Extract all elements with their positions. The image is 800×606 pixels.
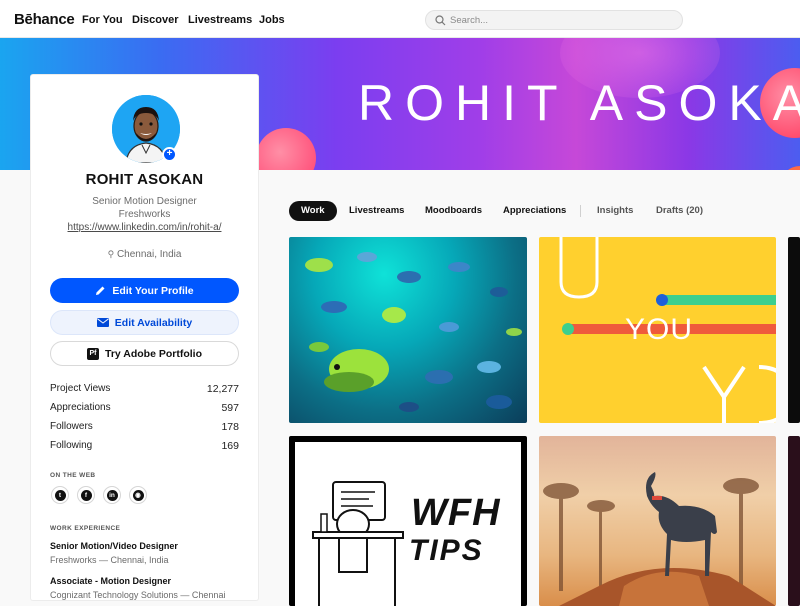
tab-drafts[interactable]: Drafts (20) <box>656 201 703 221</box>
edit-availability-label: Edit Availability <box>114 316 193 329</box>
project-thumbnail-wfh-tips[interactable]: WFH TIPS <box>289 436 527 606</box>
banner-bubble <box>780 166 800 170</box>
edit-profile-label: Edit Your Profile <box>112 284 194 297</box>
stat-label: Project Views <box>50 383 111 394</box>
location-pin-icon: ⚲ <box>107 249 115 259</box>
nav-link-for-you[interactable]: For You <box>82 14 123 26</box>
tab-work[interactable]: Work <box>289 201 337 221</box>
behance-logo[interactable]: Bēhance <box>14 11 75 28</box>
you-text: YOU <box>625 313 694 346</box>
edit-availability-button[interactable]: Edit Availability <box>50 310 239 335</box>
stat-label: Appreciations <box>50 402 111 413</box>
instagram-icon[interactable]: ◉ <box>129 486 147 504</box>
pencil-icon <box>96 286 105 295</box>
job-title: Senior Motion/Video Designer <box>50 541 178 551</box>
stat-value: 12,277 <box>206 383 239 395</box>
work-experience-heading: WORK EXPERIENCE <box>50 525 121 532</box>
nav-link-livestreams[interactable]: Livestreams <box>188 14 252 26</box>
add-photo-icon[interactable]: + <box>162 147 177 162</box>
stat-following[interactable]: Following 169 <box>50 440 239 454</box>
profile-location-text: Chennai, India <box>116 249 182 260</box>
wfh-title: WFH <box>411 492 501 534</box>
job-company: Cognizant Technology Solutions — Chennai <box>50 590 226 600</box>
profile-website-link[interactable]: https://www.linkedin.com/in/rohit-a/ <box>31 222 258 233</box>
nav-link-discover[interactable]: Discover <box>132 14 178 26</box>
stat-value: 169 <box>221 440 239 452</box>
nav-link-jobs[interactable]: Jobs <box>259 14 285 26</box>
stat-label: Following <box>50 440 93 451</box>
search-placeholder: Search... <box>450 15 489 26</box>
tab-insights[interactable]: Insights <box>597 201 633 221</box>
tab-divider <box>580 205 581 217</box>
dog-artwork <box>543 472 776 606</box>
tab-moodboards[interactable]: Moodboards <box>425 201 482 221</box>
top-navigation-bar: Bēhance For You Discover Livestreams Job… <box>0 0 800 38</box>
project-thumbnail-fish[interactable] <box>289 237 527 423</box>
job-title: Associate - Motion Designer <box>50 576 172 586</box>
tab-appreciations[interactable]: Appreciations <box>503 201 566 221</box>
wfh-subtitle: TIPS <box>409 534 484 567</box>
project-thumbnail-partial[interactable] <box>788 237 800 423</box>
banner-bubble <box>256 128 316 170</box>
stat-project-views: Project Views 12,277 <box>50 383 239 397</box>
project-thumbnail-you[interactable]: YOU <box>539 237 776 423</box>
mail-icon <box>96 318 109 327</box>
stat-label: Followers <box>50 421 93 432</box>
project-thumbnail-partial[interactable] <box>788 436 800 606</box>
edit-profile-button[interactable]: Edit Your Profile <box>50 278 239 303</box>
profile-card: + ROHIT ASOKAN Senior Motion Designer Fr… <box>31 75 258 600</box>
job-company: Freshworks — Chennai, India <box>50 555 169 565</box>
banner-title: ROHIT ASOKAN <box>358 75 800 131</box>
tumblr-icon[interactable]: t <box>51 486 69 504</box>
profile-company: Freshworks <box>118 209 171 220</box>
stat-value: 178 <box>221 421 239 433</box>
wfh-artwork: WFH TIPS <box>295 442 521 606</box>
profile-location: ⚲ Chennai, India <box>31 249 258 260</box>
tab-livestreams[interactable]: Livestreams <box>349 201 404 221</box>
facebook-icon[interactable]: f <box>77 486 95 504</box>
fish-artwork <box>305 252 522 412</box>
profile-name: ROHIT ASOKAN <box>85 171 204 188</box>
project-thumbnail-dog[interactable] <box>539 436 776 606</box>
search-icon <box>435 15 446 26</box>
stat-value: 597 <box>221 402 239 414</box>
profile-title: Senior Motion Designer <box>92 196 197 207</box>
linkedin-icon[interactable]: in <box>103 486 121 504</box>
adobe-portfolio-icon: Pf <box>86 347 99 360</box>
search-input[interactable]: Search... <box>425 10 683 30</box>
try-adobe-portfolio-button[interactable]: Pf Try Adobe Portfolio <box>50 341 239 366</box>
stat-appreciations: Appreciations 597 <box>50 402 239 416</box>
stat-followers[interactable]: Followers 178 <box>50 421 239 435</box>
on-the-web-heading: ON THE WEB <box>50 472 96 479</box>
try-adobe-portfolio-label: Try Adobe Portfolio <box>104 347 203 360</box>
